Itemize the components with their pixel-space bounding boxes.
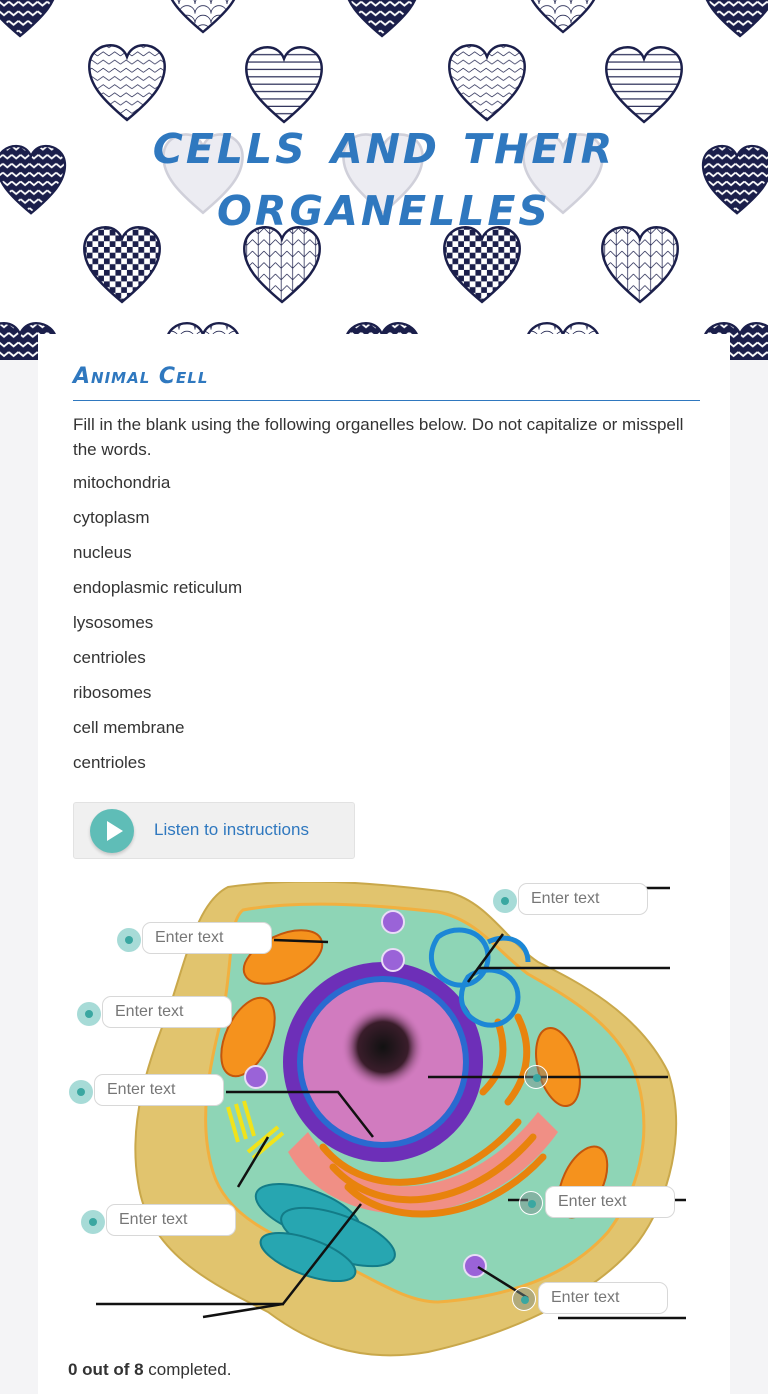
- section-divider: [73, 400, 700, 401]
- label-marker: [81, 1210, 105, 1234]
- label-input-3[interactable]: [94, 1074, 224, 1106]
- listen-instructions-button[interactable]: Listen to instructions: [73, 802, 355, 859]
- completed-count: 0 out of 8: [68, 1360, 144, 1379]
- label-input-7[interactable]: [538, 1282, 668, 1314]
- label-input-1[interactable]: [142, 922, 272, 954]
- word-bank-item: lysosomes: [73, 613, 154, 632]
- cell-diagram: [38, 880, 730, 1362]
- label-marker: [117, 928, 141, 952]
- word-bank-item: cytoplasm: [73, 508, 150, 527]
- label-marker: [512, 1287, 536, 1311]
- listen-label: Listen to instructions: [154, 820, 309, 839]
- word-bank-item: centrioles: [73, 648, 146, 667]
- word-bank-item: ribosomes: [73, 683, 152, 702]
- label-marker: [77, 1002, 101, 1026]
- page-title: Cells and their organelles: [0, 112, 768, 236]
- completion-status: 0 out of 8 completed.: [68, 1360, 231, 1380]
- section-title: Animal Cell: [73, 364, 209, 389]
- play-icon[interactable]: [90, 809, 134, 853]
- word-bank-item: cell membrane: [73, 718, 185, 737]
- label-input-6[interactable]: [545, 1186, 675, 1218]
- word-bank-item: endoplasmic reticulum: [73, 578, 243, 597]
- title-line-1: Cells and their: [152, 109, 616, 177]
- worksheet-card: Animal Cell Fill in the blank using the …: [38, 334, 730, 1394]
- label-marker: [524, 1065, 548, 1089]
- word-bank-item: mitochondria: [73, 473, 171, 492]
- header-banner: Cells and their organelles: [0, 0, 768, 360]
- label-input-2[interactable]: [102, 996, 232, 1028]
- label-marker: [493, 889, 517, 913]
- label-marker: [519, 1191, 543, 1215]
- completed-suffix: completed.: [143, 1360, 232, 1379]
- word-bank-item: nucleus: [73, 543, 132, 562]
- word-bank-item: centrioles: [73, 753, 146, 772]
- label-marker: [69, 1080, 93, 1104]
- instructions-text: Fill in the blank using the following or…: [73, 415, 684, 459]
- label-input-5[interactable]: [518, 883, 648, 915]
- title-line-2: organelles: [217, 171, 551, 239]
- label-input-4[interactable]: [106, 1204, 236, 1236]
